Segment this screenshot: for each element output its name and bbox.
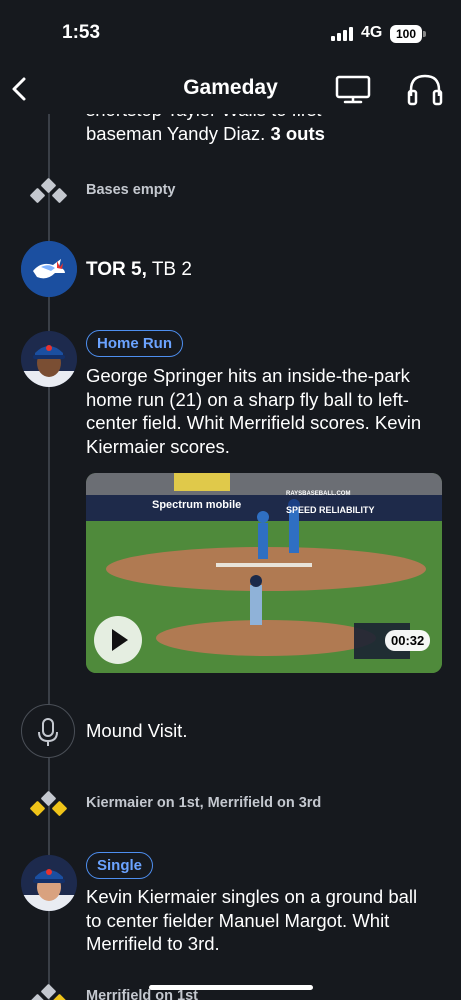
single-badge-wrap: Single — [86, 852, 154, 879]
score-tb: TB 2 — [151, 259, 192, 280]
status-bar: 1:53 4G 100 — [0, 0, 461, 64]
bases-empty-icon — [29, 177, 68, 204]
outs-count: 3 outs — [270, 122, 325, 144]
headphones-icon[interactable] — [406, 72, 444, 106]
home-run-video[interactable]: Spectrum mobile SPEED RELIABILITY RAYSBA… — [86, 473, 442, 673]
score-line: TOR 5, TB 2 — [86, 259, 192, 281]
network-type: 4G — [361, 24, 383, 41]
home-run-description: George Springer hits an inside-the-park … — [86, 365, 422, 457]
battery-tip — [423, 31, 426, 37]
gameday-feed[interactable]: shortstop Taylor Walls to first baseman … — [0, 0, 461, 1000]
bases-1st-icon — [29, 983, 68, 1000]
score-tor: TOR 5, — [86, 259, 147, 280]
home-run-badge-wrap: Home Run — [86, 330, 183, 357]
mound-visit-text: Mound Visit. — [86, 720, 188, 741]
single-badge[interactable]: Single — [86, 852, 154, 879]
microphone-icon — [21, 704, 75, 758]
bases-status-2: Kiermaier on 1st, Merrifield on 3rd — [86, 795, 322, 811]
video-sign-rays: RAYSBASEBALL.COM — [286, 491, 351, 497]
play-icon[interactable] — [94, 616, 142, 664]
bases-status-1: Bases empty — [86, 182, 176, 198]
video-sign-speed: SPEED RELIABILITY — [286, 505, 375, 515]
page-title: Gameday — [183, 76, 278, 99]
bases-1st-3rd-icon — [29, 790, 68, 817]
home-indicator[interactable] — [149, 985, 313, 990]
tv-icon[interactable] — [335, 74, 371, 106]
signal-icon — [331, 27, 355, 41]
status-time: 1:53 — [62, 22, 101, 43]
previous-play-line-2: baseman Yandy Diaz. 3 outs — [86, 122, 325, 144]
nav-bar: Gameday — [0, 64, 461, 114]
battery-icon: 100 — [390, 25, 422, 43]
player-avatar-springer — [21, 331, 77, 387]
video-sign-spectrum: Spectrum mobile — [152, 499, 242, 511]
single-description: Kevin Kiermaier singles on a ground ball… — [86, 886, 418, 954]
video-duration: 00:32 — [385, 630, 431, 651]
player-avatar-kiermaier — [21, 855, 77, 911]
blue-jays-logo-icon — [21, 241, 77, 297]
home-run-badge[interactable]: Home Run — [86, 330, 183, 357]
